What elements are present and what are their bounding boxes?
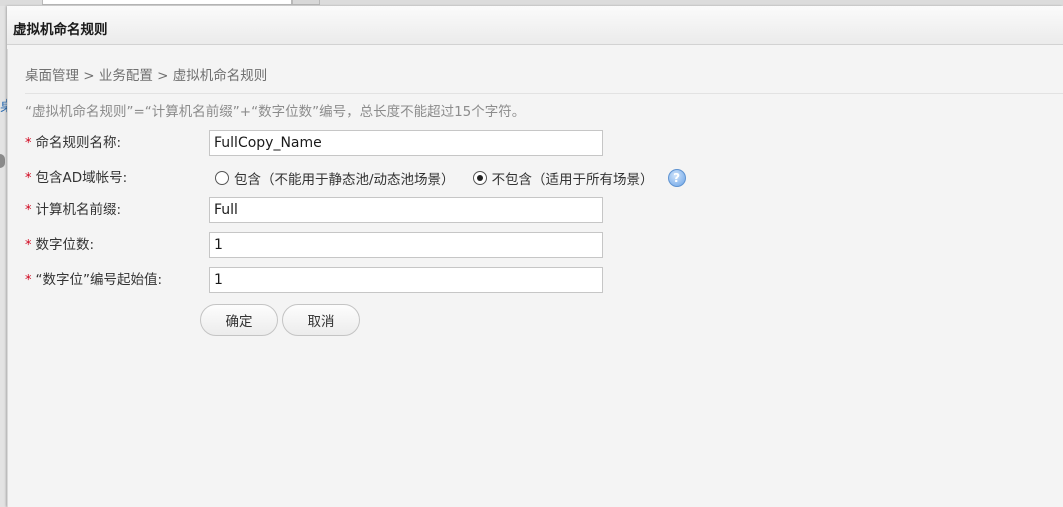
- dialog-header[interactable]: 虚拟机命名规则: [7, 6, 1063, 45]
- ad-account-label: 包含AD域帐号:: [35, 170, 128, 186]
- required-mark: *: [25, 203, 32, 218]
- confirm-button[interactable]: 确定: [200, 304, 278, 336]
- background-sidebar-text: 桌: [0, 96, 7, 116]
- digits-row: * 数字位数:: [25, 232, 1045, 258]
- prefix-row: * 计算机名前缀:: [25, 197, 1045, 223]
- background-sidebar: 桌: [0, 6, 7, 507]
- required-mark: *: [25, 273, 32, 288]
- radio-exclude-ad[interactable]: [472, 171, 487, 185]
- dialog-body: 桌面管理 > 业务配置 > 虚拟机命名规则 “虚拟机命名规则”=“计算机名前缀”…: [7, 49, 1063, 507]
- radio-selected-dot: [476, 175, 483, 181]
- radio-include-ad-label[interactable]: 包含（不能用于静态池/动态池场景）: [234, 168, 455, 188]
- required-mark: *: [25, 171, 32, 186]
- dialog-title: 虚拟机命名规则: [13, 22, 108, 38]
- divider: [25, 93, 1063, 94]
- button-row: 确定 取消: [25, 304, 425, 336]
- help-icon[interactable]: ?: [667, 169, 686, 187]
- cancel-button[interactable]: 取消: [282, 304, 360, 336]
- ad-account-row: * 包含AD域帐号: 包含（不能用于静态池/动态池场景） 不包含（适用于所有场景）…: [25, 165, 1045, 191]
- start-value-input[interactable]: [209, 267, 603, 293]
- radio-exclude-ad-label[interactable]: 不包含（适用于所有场景）: [492, 168, 654, 188]
- digits-label: 数字位数:: [35, 237, 95, 253]
- background-sidebar-icon: [0, 154, 5, 168]
- rule-name-row: * 命名规则名称:: [25, 130, 1045, 156]
- ad-account-radio-group: 包含（不能用于静态池/动态池场景） 不包含（适用于所有场景） ?: [215, 165, 686, 191]
- start-value-row: * “数字位”编号起始值:: [25, 267, 1045, 293]
- breadcrumb: 桌面管理 > 业务配置 > 虚拟机命名规则: [25, 68, 268, 84]
- start-value-label: “数字位”编号起始值:: [35, 272, 163, 288]
- naming-rule-dialog: 虚拟机命名规则 桌面管理 > 业务配置 > 虚拟机命名规则 “虚拟机命名规则”=…: [7, 6, 1063, 507]
- digits-input[interactable]: [209, 232, 603, 258]
- rule-name-label: 命名规则名称:: [35, 135, 122, 151]
- prefix-input[interactable]: [209, 197, 603, 223]
- required-mark: *: [25, 136, 32, 151]
- radio-include-ad[interactable]: [215, 171, 229, 185]
- background-search-input: [42, 0, 292, 5]
- rule-name-input[interactable]: [209, 130, 603, 156]
- required-mark: *: [25, 238, 32, 253]
- prefix-label: 计算机名前缀:: [35, 202, 122, 218]
- background-button: [292, 0, 320, 5]
- naming-rule-hint: “虚拟机命名规则”=“计算机名前缀”+“数字位数”编号，总长度不能超过15个字符…: [25, 104, 526, 120]
